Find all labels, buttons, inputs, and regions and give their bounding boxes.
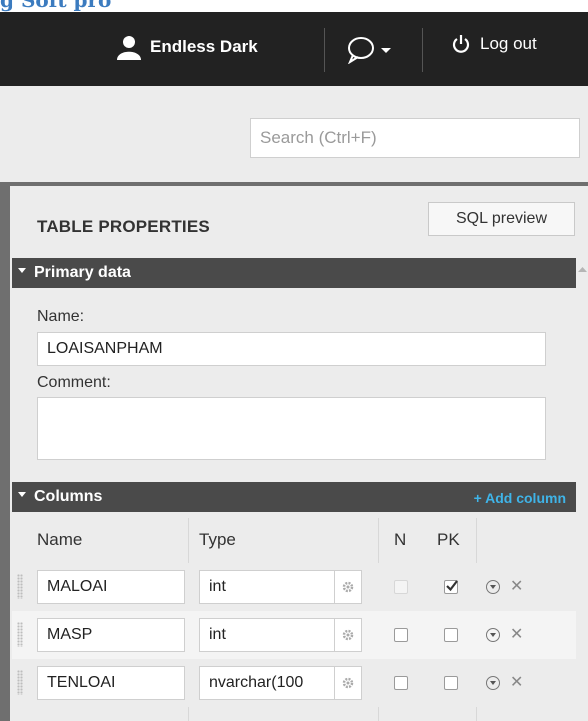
table-name-input[interactable]: LOAISANPHAM — [37, 332, 546, 366]
divider — [324, 28, 325, 72]
search-input[interactable]: Search (Ctrl+F) — [250, 118, 580, 158]
col-header-type: Type — [199, 530, 236, 549]
chat-bubble-icon — [348, 37, 374, 64]
gear-icon[interactable] — [334, 667, 361, 699]
divider — [422, 28, 423, 72]
columns-section-header[interactable]: Columns + Add column — [12, 482, 576, 512]
drag-handle[interactable] — [17, 670, 23, 695]
chat-menu-button[interactable] — [346, 36, 392, 64]
chevron-down-icon — [381, 48, 391, 53]
name-label: Name: — [37, 308, 85, 325]
delete-column-icon[interactable]: ✕ — [510, 576, 523, 596]
panel-border-top — [0, 182, 588, 186]
section-title: Columns — [34, 488, 103, 505]
logout-label: Log out — [480, 34, 537, 53]
user-name: Endless Dark — [150, 37, 258, 56]
column-type-input[interactable]: nvarchar(100 — [199, 666, 362, 700]
column-name-input[interactable]: MASP — [37, 618, 185, 652]
power-icon — [452, 35, 470, 53]
comment-textarea[interactable] — [37, 397, 546, 460]
collapse-arrow-icon — [18, 268, 26, 273]
col-header-pk: PK — [437, 530, 460, 549]
sql-preview-button[interactable]: SQL preview — [428, 202, 575, 236]
col-header-nullable: N — [394, 530, 407, 549]
drag-handle[interactable] — [17, 574, 23, 599]
column-name-input[interactable]: MALOAI — [37, 570, 185, 604]
collapse-arrow-icon — [18, 492, 26, 497]
table-row: TENLOAI nvarchar(100 ✕ — [12, 659, 576, 707]
delete-column-icon[interactable]: ✕ — [510, 672, 523, 692]
nullable-checkbox[interactable] — [394, 676, 408, 690]
add-column-link[interactable]: + Add column — [474, 490, 566, 506]
drag-handle[interactable] — [17, 622, 23, 647]
page-title-fragment: g Soft pro — [0, 0, 112, 12]
primary-key-checkbox[interactable] — [444, 628, 458, 642]
section-title: Primary data — [34, 264, 131, 281]
primary-key-checkbox[interactable] — [444, 676, 458, 690]
gear-icon[interactable] — [334, 619, 361, 651]
scroll-up-icon[interactable] — [577, 264, 588, 276]
column-options-dropdown-icon[interactable] — [486, 628, 500, 642]
toolbar: Search (Ctrl+F) — [0, 86, 588, 182]
column-type-input[interactable]: int — [199, 570, 362, 604]
user-menu[interactable]: Endless Dark — [116, 34, 258, 60]
gear-icon[interactable] — [334, 571, 361, 603]
table-row: MALOAI int ✕ — [12, 563, 576, 611]
column-options-dropdown-icon[interactable] — [486, 676, 500, 690]
user-icon — [117, 36, 141, 60]
primary-key-checkbox[interactable] — [444, 580, 458, 594]
top-bar: Endless Dark Log out — [0, 12, 588, 86]
check-icon — [446, 580, 458, 592]
column-options-dropdown-icon[interactable] — [486, 580, 500, 594]
delete-column-icon[interactable]: ✕ — [510, 624, 523, 644]
table-row: MASP int ✕ — [12, 611, 576, 659]
panel-title: TABLE PROPERTIES — [37, 217, 210, 236]
column-type-input[interactable]: int — [199, 618, 362, 652]
col-header-name: Name — [37, 530, 83, 549]
logout-button[interactable]: Log out — [452, 34, 537, 54]
column-name-input[interactable]: TENLOAI — [37, 666, 185, 700]
nullable-checkbox[interactable] — [394, 628, 408, 642]
comment-label: Comment: — [37, 374, 111, 391]
primary-data-section-header[interactable]: Primary data — [12, 258, 576, 288]
nullable-checkbox[interactable] — [394, 580, 408, 594]
panel-border-left — [0, 182, 10, 721]
